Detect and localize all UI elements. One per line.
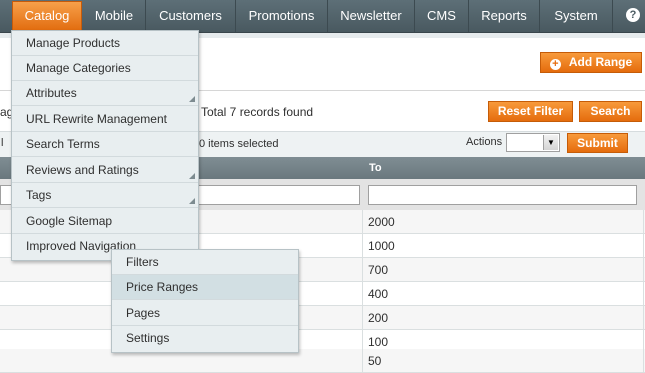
filter-to-input[interactable] bbox=[368, 185, 637, 205]
actions-label: Actions bbox=[466, 136, 503, 148]
massaction-fragment: l bbox=[1, 137, 4, 149]
nav-promotions[interactable]: Promotions bbox=[236, 0, 328, 32]
menu-item-google-sitemap[interactable]: Google Sitemap bbox=[12, 209, 198, 234]
actions-select[interactable]: ▼ bbox=[506, 133, 560, 152]
cell-to: 1000 bbox=[368, 239, 395, 253]
menu-item-search-terms[interactable]: Search Terms bbox=[12, 132, 198, 157]
submit-button[interactable]: Submit bbox=[567, 133, 628, 153]
nav-system[interactable]: System bbox=[540, 0, 613, 32]
top-nav: Catalog Mobile Customers Promotions News… bbox=[0, 0, 645, 33]
add-range-label: Add Range bbox=[568, 55, 633, 69]
chevron-down-icon: ▼ bbox=[543, 135, 558, 150]
cell-to: 200 bbox=[368, 311, 389, 325]
column-header-to[interactable]: To bbox=[363, 157, 643, 179]
table-row[interactable]: 700 bbox=[0, 258, 645, 282]
nav-cms[interactable]: CMS bbox=[415, 0, 469, 32]
table-row[interactable]: 400 bbox=[0, 282, 645, 306]
menu-item-label: Attributes bbox=[26, 86, 77, 100]
help-icon[interactable]: ? bbox=[626, 8, 640, 22]
menu-item-manage-products[interactable]: Manage Products bbox=[12, 31, 198, 56]
menu-item-label: Tags bbox=[26, 188, 52, 202]
submenu-item-price-ranges[interactable]: Price Ranges bbox=[112, 275, 298, 300]
menu-item-manage-categories[interactable]: Manage Categories bbox=[12, 56, 198, 81]
menu-item-url-rewrite[interactable]: URL Rewrite Management bbox=[12, 107, 198, 132]
submenu-item-settings[interactable]: Settings bbox=[112, 326, 298, 351]
submenu-arrow-icon bbox=[189, 198, 195, 204]
search-button[interactable]: Search bbox=[579, 101, 642, 122]
nav-catalog[interactable]: Catalog bbox=[12, 1, 82, 31]
cell-to: 2000 bbox=[368, 215, 395, 229]
catalog-menu: Manage Products Manage Categories Attrib… bbox=[11, 30, 199, 261]
nav-newsletter[interactable]: Newsletter bbox=[328, 0, 415, 32]
improved-navigation-submenu: Filters Price Ranges Pages Settings bbox=[111, 249, 299, 353]
menu-item-tags[interactable]: Tags bbox=[12, 183, 198, 208]
submenu-arrow-icon bbox=[189, 96, 195, 102]
cell-to: 700 bbox=[368, 263, 389, 277]
nav-reports[interactable]: Reports bbox=[469, 0, 540, 32]
nav-customers[interactable]: Customers bbox=[146, 0, 236, 32]
add-range-button[interactable]: + Add Range bbox=[540, 52, 642, 73]
submenu-item-pages[interactable]: Pages bbox=[112, 301, 298, 326]
items-selected: 0 items selected bbox=[199, 138, 279, 150]
table-row[interactable]: 200 bbox=[0, 306, 645, 330]
table-row[interactable]: 50 bbox=[0, 349, 645, 373]
menu-item-label: Reviews and Ratings bbox=[26, 163, 139, 177]
submenu-item-filters[interactable]: Filters bbox=[112, 250, 298, 275]
reset-filter-button[interactable]: Reset Filter bbox=[488, 101, 573, 122]
menu-item-attributes[interactable]: Attributes bbox=[12, 81, 198, 106]
nav-mobile[interactable]: Mobile bbox=[83, 0, 146, 32]
menu-item-reviews-ratings[interactable]: Reviews and Ratings bbox=[12, 158, 198, 183]
plus-icon: + bbox=[549, 59, 561, 70]
cell-to: 50 bbox=[368, 354, 382, 368]
submenu-arrow-icon bbox=[189, 173, 195, 179]
cell-to: 400 bbox=[368, 287, 389, 301]
records-count: Total 7 records found bbox=[201, 105, 314, 119]
